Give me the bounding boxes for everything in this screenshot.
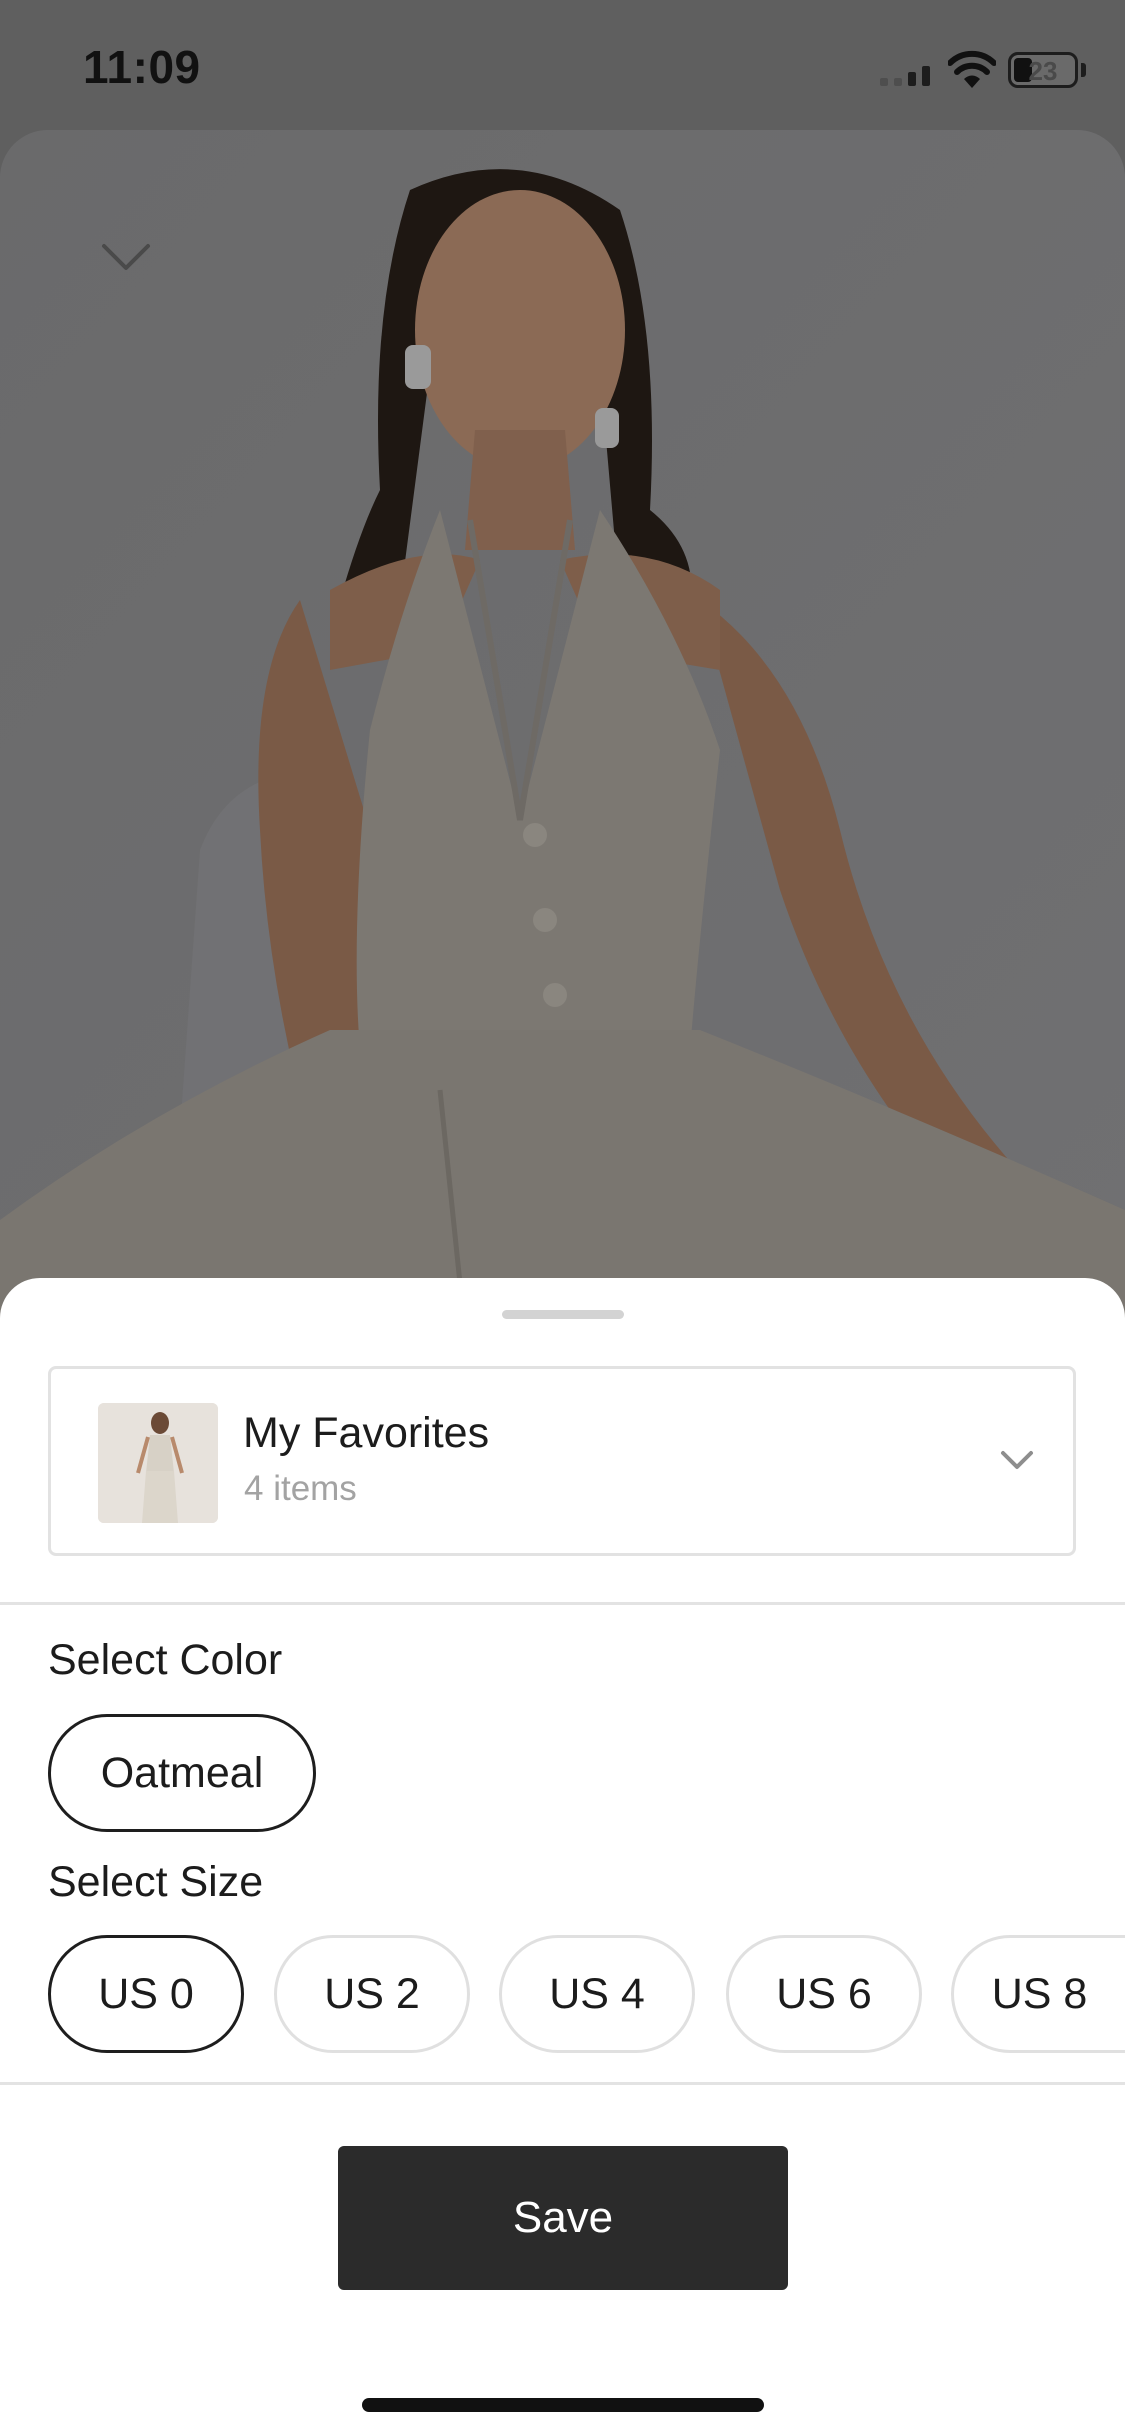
list-thumbnail xyxy=(98,1403,218,1523)
size-option-us-2[interactable]: US 2 xyxy=(274,1935,470,2053)
status-time: 11:09 xyxy=(83,41,201,93)
product-photo xyxy=(0,130,1125,1380)
product-image-card xyxy=(0,130,1125,1380)
list-selector[interactable]: My Favorites 4 items xyxy=(48,1366,1076,1556)
chevron-down-icon[interactable] xyxy=(100,240,152,274)
wifi-icon xyxy=(948,50,996,88)
home-indicator xyxy=(362,2398,764,2412)
add-to-list-screen: 11:09 23 My Favorites 4 items Select Col… xyxy=(0,0,1125,2436)
status-bar: 11:09 23 xyxy=(0,0,1125,130)
add-to-list-sheet: My Favorites 4 items Select Color Oatmea… xyxy=(0,1278,1125,2436)
divider xyxy=(0,1602,1125,1605)
battery-level: 23 xyxy=(1028,56,1058,86)
list-item-count: 4 items xyxy=(244,1469,357,1508)
color-option-oatmeal[interactable]: Oatmeal xyxy=(48,1714,316,1832)
cellular-signal-icon xyxy=(880,66,930,86)
size-option-us-4[interactable]: US 4 xyxy=(499,1935,695,2053)
select-color-label: Select Color xyxy=(48,1636,283,1684)
select-size-label: Select Size xyxy=(48,1858,264,1906)
list-name: My Favorites xyxy=(243,1409,490,1457)
sheet-grabber[interactable] xyxy=(502,1310,624,1319)
divider xyxy=(0,2082,1125,2085)
battery-icon: 23 xyxy=(1008,52,1078,88)
size-option-us-6[interactable]: US 6 xyxy=(726,1935,922,2053)
chevron-down-icon xyxy=(1001,1451,1033,1469)
size-option-us-0[interactable]: US 0 xyxy=(48,1935,244,2053)
save-button[interactable]: Save xyxy=(338,2146,788,2290)
size-option-us-8[interactable]: US 8 xyxy=(951,1935,1125,2053)
list-thumbnail-image xyxy=(98,1403,218,1523)
battery-nub xyxy=(1081,63,1086,77)
